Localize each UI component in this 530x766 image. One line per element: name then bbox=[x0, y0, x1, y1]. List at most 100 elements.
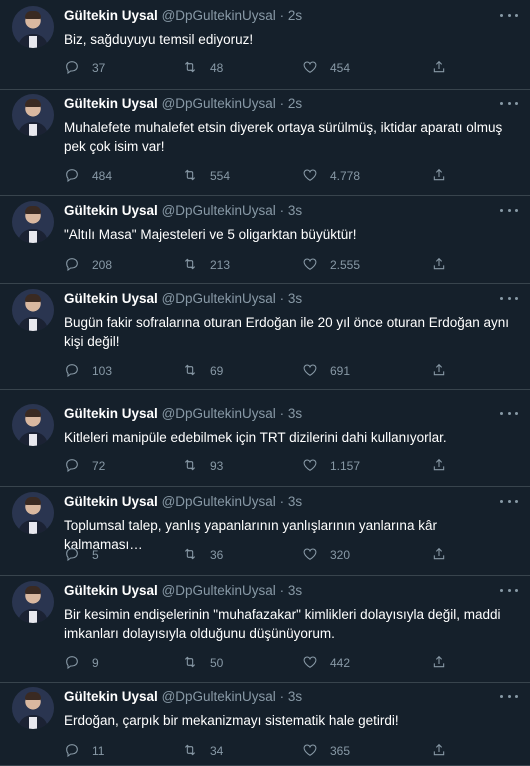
more-icon[interactable] bbox=[500, 587, 518, 593]
like-button[interactable]: 2.555 bbox=[302, 256, 360, 274]
author-handle[interactable]: @DpGultekinUysal bbox=[162, 583, 276, 598]
retweet-button[interactable]: 93 bbox=[182, 457, 223, 475]
share-button[interactable] bbox=[431, 546, 447, 564]
more-icon[interactable] bbox=[500, 693, 518, 699]
tweet-item[interactable]: Gültekin Uysal @DpGultekinUysal · 3s Erd… bbox=[0, 683, 530, 766]
like-button[interactable]: 365 bbox=[302, 742, 350, 760]
retweet-button[interactable]: 50 bbox=[182, 654, 223, 672]
share-button[interactable] bbox=[431, 457, 447, 475]
avatar[interactable] bbox=[12, 201, 54, 243]
tweet-item[interactable]: Gültekin Uysal @DpGultekinUysal · 3s Bug… bbox=[0, 284, 530, 390]
share-icon bbox=[431, 256, 447, 275]
tweet-time[interactable]: 3s bbox=[288, 494, 302, 509]
share-button[interactable] bbox=[431, 256, 447, 274]
author-name[interactable]: Gültekin Uysal bbox=[64, 406, 158, 421]
separator-dot: · bbox=[279, 494, 285, 509]
avatar[interactable] bbox=[12, 6, 54, 48]
tweet-time[interactable]: 3s bbox=[288, 583, 302, 598]
like-button[interactable]: 454 bbox=[302, 59, 350, 77]
like-button[interactable]: 320 bbox=[302, 546, 350, 564]
like-icon bbox=[302, 167, 330, 186]
separator-dot: · bbox=[279, 689, 285, 704]
retweet-button[interactable]: 36 bbox=[182, 546, 223, 564]
reply-button[interactable]: 9 bbox=[64, 654, 99, 672]
share-button[interactable] bbox=[431, 59, 447, 77]
more-icon[interactable] bbox=[500, 295, 518, 301]
avatar[interactable] bbox=[12, 581, 54, 623]
retweet-button[interactable]: 48 bbox=[182, 59, 223, 77]
tweet-item[interactable]: Gültekin Uysal @DpGultekinUysal · 3s Top… bbox=[0, 487, 530, 576]
avatar[interactable] bbox=[12, 492, 54, 534]
tweet-item[interactable]: Gültekin Uysal @DpGultekinUysal · 2s Muh… bbox=[0, 90, 530, 196]
author-name[interactable]: Gültekin Uysal bbox=[64, 96, 158, 111]
tweet-item[interactable]: Gültekin Uysal @DpGultekinUysal · 3s Bir… bbox=[0, 576, 530, 683]
tweet-time[interactable]: 3s bbox=[288, 689, 302, 704]
more-icon[interactable] bbox=[500, 100, 518, 106]
author-handle[interactable]: @DpGultekinUysal bbox=[162, 8, 276, 23]
reply-button[interactable]: 5 bbox=[64, 546, 99, 564]
tweet-item[interactable]: Gültekin Uysal @DpGultekinUysal · 3s Kit… bbox=[0, 390, 530, 487]
avatar[interactable] bbox=[12, 687, 54, 729]
author-name[interactable]: Gültekin Uysal bbox=[64, 494, 158, 509]
separator-dot: · bbox=[279, 406, 285, 421]
share-icon bbox=[431, 167, 447, 186]
more-icon[interactable] bbox=[500, 12, 518, 18]
author-name[interactable]: Gültekin Uysal bbox=[64, 583, 158, 598]
tweet-time[interactable]: 3s bbox=[288, 291, 302, 306]
author-name[interactable]: Gültekin Uysal bbox=[64, 8, 158, 23]
more-icon[interactable] bbox=[500, 498, 518, 504]
author-handle[interactable]: @DpGultekinUysal bbox=[162, 96, 276, 111]
share-button[interactable] bbox=[431, 167, 447, 185]
retweet-button[interactable]: 69 bbox=[182, 362, 223, 380]
share-button[interactable] bbox=[431, 742, 447, 760]
retweet-button[interactable]: 213 bbox=[182, 256, 230, 274]
author-handle[interactable]: @DpGultekinUysal bbox=[162, 689, 276, 704]
tweet-actions: 9 50 442 bbox=[64, 654, 454, 672]
retweet-button[interactable]: 34 bbox=[182, 742, 223, 760]
retweet-count: 34 bbox=[210, 744, 224, 758]
reply-button[interactable]: 208 bbox=[64, 256, 112, 274]
share-button[interactable] bbox=[431, 654, 447, 672]
tweet-time[interactable]: 3s bbox=[288, 203, 302, 218]
like-button[interactable]: 1.157 bbox=[302, 457, 360, 475]
like-icon bbox=[302, 457, 330, 476]
retweet-button[interactable]: 554 bbox=[182, 167, 230, 185]
author-handle[interactable]: @DpGultekinUysal bbox=[162, 494, 276, 509]
reply-button[interactable]: 37 bbox=[64, 59, 105, 77]
tweet-item[interactable]: Gültekin Uysal @DpGultekinUysal · 3s "Al… bbox=[0, 196, 530, 284]
reply-button[interactable]: 103 bbox=[64, 362, 112, 380]
share-button[interactable] bbox=[431, 362, 447, 380]
like-count: 320 bbox=[330, 548, 351, 562]
avatar[interactable] bbox=[12, 289, 54, 331]
author-name[interactable]: Gültekin Uysal bbox=[64, 689, 158, 704]
avatar[interactable] bbox=[12, 404, 54, 446]
tweet-time[interactable]: 2s bbox=[288, 96, 302, 111]
tweet-time[interactable]: 2s bbox=[288, 8, 302, 23]
like-button[interactable]: 4.778 bbox=[302, 167, 360, 185]
author-handle[interactable]: @DpGultekinUysal bbox=[162, 291, 276, 306]
author-name[interactable]: Gültekin Uysal bbox=[64, 203, 158, 218]
like-icon bbox=[302, 546, 330, 565]
tweet-time[interactable]: 3s bbox=[288, 406, 302, 421]
tweet-actions: 72 93 1.157 bbox=[64, 457, 454, 475]
tweet-item[interactable]: Gültekin Uysal @DpGultekinUysal · 2s Biz… bbox=[0, 0, 530, 90]
tweet-actions: 11 34 365 bbox=[64, 742, 454, 760]
like-button[interactable]: 442 bbox=[302, 654, 350, 672]
more-icon[interactable] bbox=[500, 207, 518, 213]
like-button[interactable]: 691 bbox=[302, 362, 350, 380]
author-handle[interactable]: @DpGultekinUysal bbox=[162, 406, 276, 421]
tweet-text: Bir kesimin endişelerinin "muhafazakar" … bbox=[64, 607, 501, 641]
reply-button[interactable]: 11 bbox=[64, 742, 104, 760]
author-name[interactable]: Gültekin Uysal bbox=[64, 291, 158, 306]
author-handle[interactable]: @DpGultekinUysal bbox=[162, 203, 276, 218]
more-icon[interactable] bbox=[500, 410, 518, 416]
reply-button[interactable]: 72 bbox=[64, 457, 105, 475]
tweet-text: Muhalefete muhalefet etsin diyerek ortay… bbox=[64, 120, 503, 154]
retweet-count: 69 bbox=[210, 364, 224, 378]
tweet-text: Erdoğan, çarpık bir mekanizmayı sistemat… bbox=[64, 713, 399, 728]
avatar[interactable] bbox=[12, 94, 54, 136]
like-count: 691 bbox=[330, 364, 351, 378]
reply-button[interactable]: 484 bbox=[64, 167, 112, 185]
tweet-header: Gültekin Uysal @DpGultekinUysal · 3s bbox=[64, 291, 302, 306]
retweet-icon bbox=[182, 167, 210, 186]
